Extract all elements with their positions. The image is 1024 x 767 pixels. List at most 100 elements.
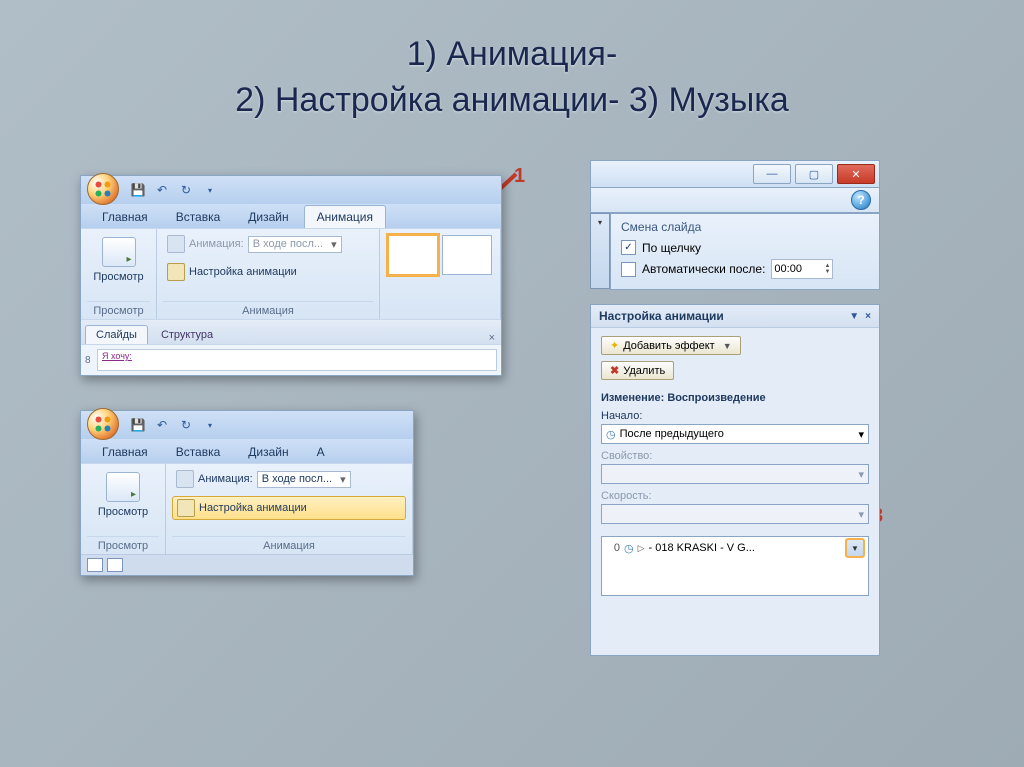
slide-number: 8 [85,355,97,366]
remove-effect-button[interactable]: ✖ Удалить [601,361,674,380]
chevron-down-icon: ▾ [858,428,864,441]
animation-combo-row: Анимация: В ходе посл...▾ [172,468,406,490]
close-button[interactable]: ✕ [837,164,875,184]
anim-icon [176,470,194,488]
on-click-checkbox-row[interactable]: ✓ По щелчку [621,240,869,255]
auto-time-spinner[interactable]: 00:00 ▲▼ [771,259,833,279]
clock-icon: ◷ [624,542,634,555]
group-label-animation: Анимация [172,536,406,554]
effect-dropdown[interactable]: ▼ [846,539,864,557]
play-icon: ▷ [638,543,645,554]
tab-insert[interactable]: Вставка [163,205,234,228]
minimize-button[interactable]: — [753,164,791,184]
preview-button[interactable]: Просмотр [87,468,159,522]
effect-index: 0 [606,542,620,554]
clock-icon: ◷ [606,428,616,441]
view-switcher [81,554,413,575]
custom-animation-button[interactable]: Настройка анимации [163,261,373,283]
transition-thumb[interactable] [442,235,492,275]
speed-select: ▾ [601,504,869,524]
anim-icon [167,235,185,253]
undo-icon[interactable]: ↶ [151,179,173,201]
tab-home[interactable]: Главная [89,205,161,228]
checkbox-icon: ✓ [621,240,636,255]
effect-name: - 018 KRASKI - V G... [649,542,842,554]
page-title: 1) Анимация- 2) Настройка анимации- 3) М… [0,0,1024,124]
animation-combo[interactable]: В ходе посл...▾ [257,471,351,488]
start-label: Начало: [601,410,869,422]
office-button[interactable] [87,408,119,440]
ribbon-tabs: Главная Вставка Дизайн Анимация [81,204,501,228]
redo-icon[interactable]: ↻ [175,414,197,436]
custom-animation-button[interactable]: Настройка анимации [172,496,406,520]
ribbon-body: Просмотр Просмотр Анимация: В ходе посл.… [81,463,413,554]
animation-task-pane: Настройка анимации ▼ × ✦ Добавить эффект… [590,304,880,656]
effect-row[interactable]: 0 ◷ ▷ - 018 KRASKI - V G... ▼ [602,537,868,560]
checkbox-icon [621,262,636,277]
ribbon-panel-2: 💾 ↶ ↻ ▾ Главная Вставка Дизайн А Просмот… [80,410,414,576]
taskpane-title: Настройка анимации [599,309,724,323]
preview-button[interactable]: Просмотр [87,233,150,287]
effect-list: 0 ◷ ▷ - 018 KRASKI - V G... ▼ [601,536,869,596]
property-select: ▾ [601,464,869,484]
view-sorter-icon[interactable] [107,558,123,572]
transition-title: Смена слайда [621,220,869,234]
redo-icon[interactable]: ↻ [175,179,197,201]
office-button[interactable] [87,173,119,205]
tab-design[interactable]: Дизайн [235,205,301,228]
star-icon: ✦ [610,339,619,352]
group-label-preview: Просмотр [87,301,150,319]
slide-thumb-strip: 8 Я хочу: [81,344,501,375]
group-label-preview: Просмотр [87,536,159,554]
ribbon-panel-1: 💾 ↶ ↻ ▾ Главная Вставка Дизайн Анимация … [80,175,502,376]
maximize-button[interactable]: ▢ [795,164,833,184]
view-normal-icon[interactable] [87,558,103,572]
tab-slides[interactable]: Слайды [85,325,148,344]
tab-design[interactable]: Дизайн [235,440,301,463]
animation-combo-row: Анимация: В ходе посл...▾ [163,233,373,255]
start-select[interactable]: ◷ После предыдущего ▾ [601,424,869,444]
speed-label: Скорость: [601,490,869,502]
chevron-down-icon: ▼ [723,341,732,351]
change-label: Изменение: Воспроизведение [601,392,869,404]
tab-home[interactable]: Главная [89,440,161,463]
transition-section: Смена слайда ✓ По щелчку Автоматически п… [610,213,880,290]
right-window: — ▢ ✕ ? ▾ Смена слайда ✓ По щелчку Автом… [590,160,880,656]
tab-insert[interactable]: Вставка [163,440,234,463]
chevron-down-icon: ▾ [340,473,346,486]
custom-anim-icon [177,499,195,517]
document-tabs: Слайды Структура × [81,319,501,344]
chevron-down-icon: ▾ [331,238,337,251]
ribbon-tabs: Главная Вставка Дизайн А [81,439,413,463]
slide-thumbnail[interactable]: Я хочу: [97,349,497,371]
transition-thumb-selected[interactable] [388,235,438,275]
preview-icon [106,472,140,502]
custom-anim-icon [167,263,185,281]
tab-animation[interactable]: Анимация [304,205,386,228]
chevron-down-icon: ▾ [858,468,864,481]
taskpane-menu-icon[interactable]: ▼ [849,311,859,322]
save-icon[interactable]: 💾 [127,179,149,201]
add-effect-button[interactable]: ✦ Добавить эффект ▼ [601,336,741,355]
qat: 💾 ↶ ↻ ▾ [81,176,501,204]
ribbon-body: Просмотр Просмотр Анимация: В ходе посл.… [81,228,501,319]
property-label: Свойство: [601,450,869,462]
tab-outline[interactable]: Структура [150,325,224,344]
preview-icon [102,237,136,267]
undo-icon[interactable]: ↶ [151,414,173,436]
close-tabs-icon[interactable]: × [483,332,501,344]
animation-combo[interactable]: В ходе посл...▾ [248,236,342,253]
help-icon[interactable]: ? [851,190,871,210]
save-icon[interactable]: 💾 [127,414,149,436]
nav-dropdown[interactable]: ▾ [590,213,610,289]
taskpane-close-icon[interactable]: × [865,311,871,322]
qat-dropdown-icon[interactable]: ▾ [199,414,221,436]
callout-1: 1 [514,165,525,188]
qat-dropdown-icon[interactable]: ▾ [199,179,221,201]
tab-cut[interactable]: А [304,440,338,463]
remove-icon: ✖ [610,364,619,377]
auto-after-checkbox-row[interactable]: Автоматически после: 00:00 ▲▼ [621,259,869,279]
window-titlebar: — ▢ ✕ [590,160,880,188]
qat: 💾 ↶ ↻ ▾ [81,411,413,439]
chevron-down-icon: ▾ [858,508,864,521]
